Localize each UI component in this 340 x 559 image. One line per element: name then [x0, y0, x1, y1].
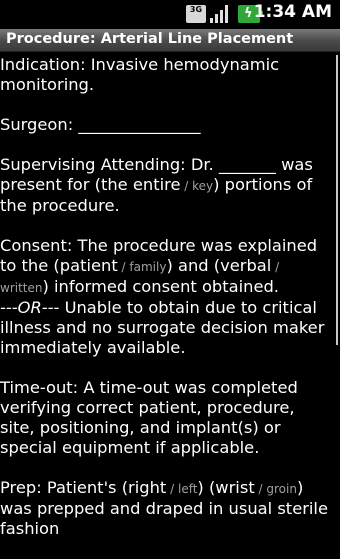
alternate-option[interactable]: written: [0, 281, 42, 295]
alternate-option[interactable]: family: [129, 260, 166, 274]
surgeon-text: Surgeon: _______________: [0, 115, 201, 134]
option-separator: /: [254, 482, 267, 496]
indication-text: Indication: Invasive hemodynamic monitor…: [0, 55, 280, 94]
consent-text: Consent: The procedure was explained to …: [0, 236, 325, 357]
3g-icon: 3G: [186, 5, 206, 23]
alternate-option[interactable]: groin: [266, 482, 297, 496]
scrollbar[interactable]: [336, 55, 338, 345]
procedure-note[interactable]: Indication: Invasive hemodynamic monitor…: [0, 55, 330, 559]
alternate-option[interactable]: left: [178, 482, 197, 496]
page-title: Procedure: Arterial Line Placement: [6, 31, 294, 47]
option-separator: /: [271, 260, 280, 274]
or-label: ---OR---: [0, 298, 60, 317]
prep-text: Prep: Patient's (right / left) (wrist / …: [0, 478, 328, 538]
option-separator: /: [166, 482, 178, 496]
signal-icon: [210, 5, 232, 23]
timeout-text: Time-out: A time-out was completed verif…: [0, 378, 298, 457]
alternate-option[interactable]: key: [192, 179, 213, 193]
option-separator: /: [180, 179, 193, 193]
supervising-text: Supervising Attending: Dr. _______ was p…: [0, 155, 313, 215]
clock: 1:34 AM: [253, 2, 332, 22]
status-bar: 3G ϟ 1:34 AM: [0, 0, 340, 29]
title-bar: Procedure: Arterial Line Placement: [0, 29, 340, 52]
option-separator: /: [117, 260, 130, 274]
